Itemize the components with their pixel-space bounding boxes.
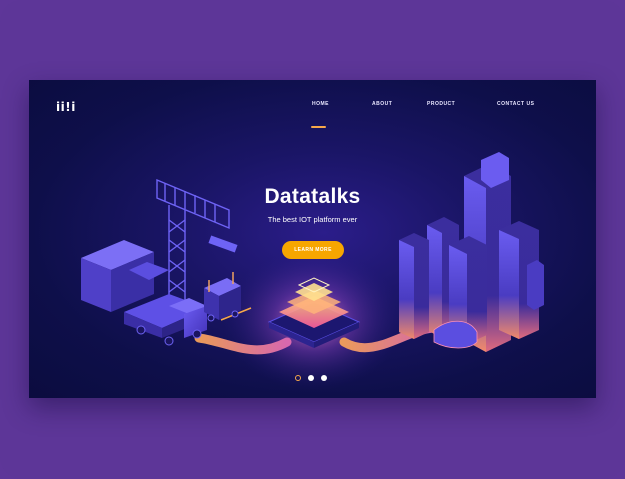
carousel-dot-1[interactable] xyxy=(295,375,301,381)
learn-more-button[interactable]: LEARN MORE xyxy=(282,241,344,259)
carousel-dots xyxy=(295,375,331,383)
nav-active-indicator xyxy=(311,126,326,128)
nav-item-home[interactable]: HOME xyxy=(312,101,329,107)
carousel-dot-2[interactable] xyxy=(308,375,314,381)
hero-title: Datatalks xyxy=(264,185,361,208)
landing-page: ii!i HOME ABOUT PRODUCT CONTACT US Datat… xyxy=(29,80,596,398)
carousel-dot-3[interactable] xyxy=(321,375,327,381)
outer-frame: ii!i HOME ABOUT PRODUCT CONTACT US Datat… xyxy=(0,0,625,479)
truck-icon xyxy=(124,294,207,346)
nav-item-about[interactable]: ABOUT xyxy=(372,101,392,107)
city-skyscrapers-icon xyxy=(399,152,544,352)
nav-item-contact-us[interactable]: CONTACT US xyxy=(497,101,534,107)
main-nav: HOME ABOUT PRODUCT CONTACT US xyxy=(29,101,596,113)
nav-item-product[interactable]: PRODUCT xyxy=(427,101,455,107)
hero-subtitle: The best IOT platform ever xyxy=(267,215,358,224)
